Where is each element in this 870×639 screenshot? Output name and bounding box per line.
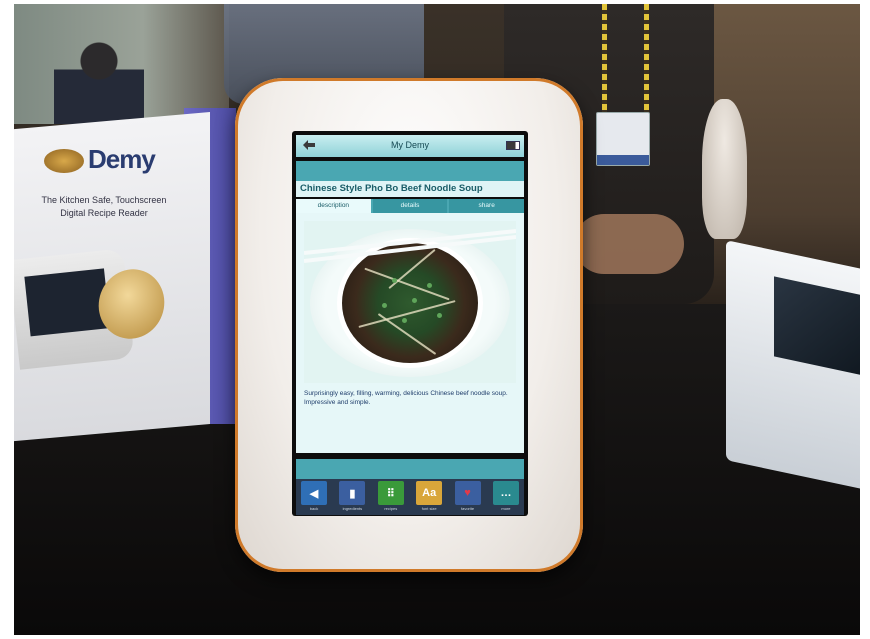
lanyard	[602, 4, 607, 114]
toolbar: ◀ back ▮ ingredients ⠿ recipes Aa font s…	[296, 479, 524, 515]
title-bar: My Demy	[296, 135, 524, 157]
logo-icon	[44, 149, 84, 174]
recipe-photo	[304, 221, 516, 383]
recipe-title: Chinese Style Pho Bo Beef Noodle Soup	[296, 181, 524, 197]
lanyard	[644, 4, 649, 114]
battery-icon	[506, 141, 520, 150]
grid-icon: ⠿	[377, 481, 404, 505]
photo: Demy The Kitchen Safe, Touchscreen Digit…	[14, 4, 860, 635]
tab-details[interactable]: details	[372, 199, 448, 213]
toolbar-ingredients-button[interactable]: ▮ ingredients	[337, 481, 367, 513]
recipe-description: Surprisingly easy, filling, warming, del…	[304, 390, 508, 406]
device-screen: My Demy Chinese Style Pho Bo Beef Noodle…	[292, 131, 528, 516]
back-arrow-icon: ◀	[301, 481, 327, 505]
tab-bar: description details share	[296, 199, 525, 213]
toolbar-font-button[interactable]: Aa font size	[414, 481, 444, 513]
tab-share[interactable]: share	[449, 199, 525, 213]
footer-band	[296, 459, 524, 479]
chopsticks	[304, 229, 516, 263]
tab-description[interactable]: description	[296, 199, 371, 213]
toolbar-favorite-button[interactable]: ♥ favorite	[453, 481, 483, 513]
box-tagline: The Kitchen Safe, Touchscreen Digital Re…	[41, 195, 167, 218]
recipe-content: Surprisingly easy, filling, warming, del…	[296, 213, 524, 453]
more-icon: …	[492, 481, 519, 505]
heart-icon: ♥	[454, 481, 481, 505]
background-arm	[574, 214, 684, 274]
toolbar-recipes-button[interactable]: ⠿ recipes	[376, 481, 406, 513]
header-band	[296, 161, 524, 181]
vase	[702, 99, 747, 239]
name-badge	[596, 112, 650, 166]
font-size-icon: Aa	[416, 481, 443, 505]
toolbar-back-button[interactable]: ◀ back	[299, 481, 329, 513]
app-title: My Demy	[391, 140, 429, 150]
background-person	[54, 34, 144, 124]
ingredients-icon: ▮	[339, 481, 366, 505]
toolbar-more-button[interactable]: … more	[491, 481, 521, 513]
box-logo: Demy	[44, 144, 156, 175]
